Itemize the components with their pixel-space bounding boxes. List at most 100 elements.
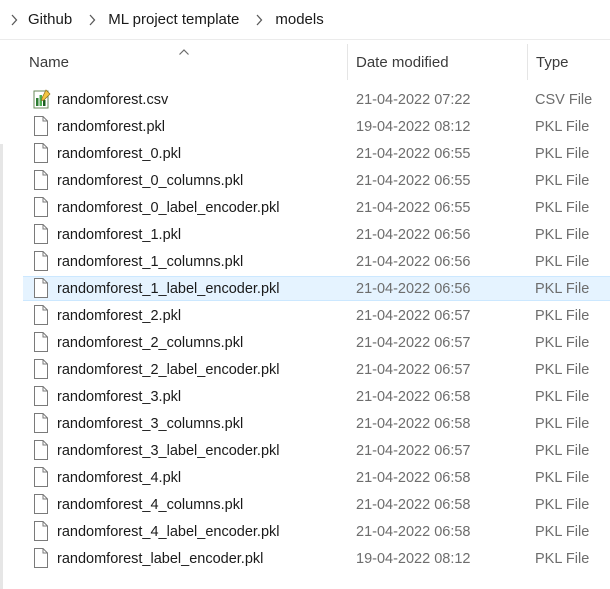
file-date-modified: 19-04-2022 08:12 — [356, 119, 471, 135]
column-header: Name Date modified Type — [0, 40, 610, 84]
file-name[interactable]: randomforest_3_columns.pkl — [57, 416, 243, 432]
file-row[interactable]: randomforest_3.pkl 21-04-2022 06:58 PKL Fi… — [0, 383, 610, 410]
file-name[interactable]: randomforest_0.pkl — [57, 146, 181, 162]
file-icon — [33, 170, 49, 190]
file-name[interactable]: randomforest.csv — [57, 92, 168, 108]
file-date-modified: 21-04-2022 07:22 — [356, 92, 471, 108]
file-type: PKL File — [535, 497, 590, 513]
file-type: PKL File — [535, 416, 590, 432]
file-row[interactable]: randomforest_2.pkl 21-04-2022 06:57 PKL Fi… — [0, 302, 610, 329]
file-icon — [33, 305, 49, 325]
file-row[interactable]: randomforest.csv 21-04-2022 07:22 CSV File — [0, 86, 610, 113]
file-icon — [33, 143, 49, 163]
file-row[interactable]: randomforest_4_label_encoder.pkl 21-04-20… — [0, 518, 610, 545]
file-row[interactable]: randomforest_1.pkl 21-04-2022 06:56 PKL Fi… — [0, 221, 610, 248]
file-type: PKL File — [535, 119, 590, 135]
file-date-modified: 21-04-2022 06:58 — [356, 524, 471, 540]
file-row[interactable]: randomforest_label_encoder.pkl 19-04-2022… — [0, 545, 610, 572]
file-icon — [33, 413, 49, 433]
file-row[interactable]: randomforest.pkl 19-04-2022 08:12 PKL File — [0, 113, 610, 140]
file-row[interactable]: randomforest_3_columns.pkl 21-04-2022 06:… — [0, 410, 610, 437]
file-row[interactable]: randomforest_1_label_encoder.pkl 21-04-20… — [0, 275, 610, 302]
file-type: PKL File — [535, 254, 590, 270]
column-divider[interactable] — [347, 44, 348, 80]
file-type: PKL File — [535, 443, 590, 459]
file-type: PKL File — [535, 362, 590, 378]
file-icon — [33, 386, 49, 406]
address-bar[interactable]: Github ML project template models — [0, 0, 610, 40]
file-row[interactable]: randomforest_4_columns.pkl 21-04-2022 06:… — [0, 491, 610, 518]
column-header-date-modified[interactable]: Date modified — [356, 54, 449, 71]
breadcrumb-models[interactable]: models — [273, 11, 327, 28]
file-type: PKL File — [535, 173, 590, 189]
file-name[interactable]: randomforest_3_label_encoder.pkl — [57, 443, 279, 459]
file-name[interactable]: randomforest_3.pkl — [57, 389, 181, 405]
file-name[interactable]: randomforest_1.pkl — [57, 227, 181, 243]
file-date-modified: 21-04-2022 06:56 — [356, 227, 471, 243]
file-name[interactable]: randomforest_2.pkl — [57, 308, 181, 324]
file-icon — [33, 494, 49, 514]
file-name[interactable]: randomforest_4_columns.pkl — [57, 497, 243, 513]
column-header-name[interactable]: Name — [29, 54, 69, 71]
file-date-modified: 21-04-2022 06:56 — [356, 281, 471, 297]
file-icon — [33, 251, 49, 271]
file-name[interactable]: randomforest_2_label_encoder.pkl — [57, 362, 279, 378]
file-list: randomforest.csv 21-04-2022 07:22 CSV File… — [0, 86, 610, 572]
file-row[interactable]: randomforest_2_columns.pkl 21-04-2022 06:… — [0, 329, 610, 356]
file-name[interactable]: randomforest_4.pkl — [57, 470, 181, 486]
file-date-modified: 21-04-2022 06:55 — [356, 146, 471, 162]
breadcrumb-github[interactable]: Github — [26, 11, 76, 28]
column-divider[interactable] — [527, 44, 528, 80]
file-type: PKL File — [535, 389, 590, 405]
file-icon — [33, 278, 49, 298]
file-name[interactable]: randomforest_1_label_encoder.pkl — [57, 281, 279, 297]
file-name[interactable]: randomforest_2_columns.pkl — [57, 335, 243, 351]
file-icon — [33, 521, 49, 541]
file-icon — [33, 332, 49, 352]
breadcrumb-ml-project-template[interactable]: ML project template — [106, 11, 243, 28]
file-icon — [33, 116, 49, 136]
file-icon — [33, 197, 49, 217]
chevron-right-icon[interactable] — [84, 10, 100, 30]
file-type: PKL File — [535, 281, 590, 297]
file-date-modified: 21-04-2022 06:58 — [356, 470, 471, 486]
file-icon — [33, 359, 49, 379]
file-date-modified: 21-04-2022 06:58 — [356, 389, 471, 405]
file-name[interactable]: randomforest_0_columns.pkl — [57, 173, 243, 189]
file-date-modified: 21-04-2022 06:55 — [356, 200, 471, 216]
file-name[interactable]: randomforest_1_columns.pkl — [57, 254, 243, 270]
file-icon — [33, 224, 49, 244]
csv-file-icon — [33, 89, 51, 109]
file-name[interactable]: randomforest_label_encoder.pkl — [57, 551, 263, 567]
sort-ascending-icon — [178, 43, 190, 55]
file-type: PKL File — [535, 200, 590, 216]
file-row[interactable]: randomforest_1_columns.pkl 21-04-2022 06:… — [0, 248, 610, 275]
file-date-modified: 21-04-2022 06:57 — [356, 335, 471, 351]
file-date-modified: 21-04-2022 06:58 — [356, 497, 471, 513]
file-name[interactable]: randomforest_4_label_encoder.pkl — [57, 524, 279, 540]
chevron-right-icon[interactable] — [6, 10, 22, 30]
file-type: PKL File — [535, 551, 590, 567]
chevron-right-icon[interactable] — [251, 10, 267, 30]
file-name[interactable]: randomforest.pkl — [57, 119, 165, 135]
file-type: PKL File — [535, 335, 590, 351]
file-type: PKL File — [535, 524, 590, 540]
file-icon — [33, 467, 49, 487]
column-header-type[interactable]: Type — [536, 54, 569, 71]
file-type: CSV File — [535, 92, 593, 108]
file-name[interactable]: randomforest_0_label_encoder.pkl — [57, 200, 279, 216]
file-date-modified: 21-04-2022 06:57 — [356, 443, 471, 459]
file-date-modified: 21-04-2022 06:58 — [356, 416, 471, 432]
file-date-modified: 21-04-2022 06:57 — [356, 362, 471, 378]
file-icon — [33, 548, 49, 568]
file-type: PKL File — [535, 227, 590, 243]
file-row[interactable]: randomforest_0_label_encoder.pkl 21-04-20… — [0, 194, 610, 221]
file-row[interactable]: randomforest_3_label_encoder.pkl 21-04-20… — [0, 437, 610, 464]
file-date-modified: 21-04-2022 06:55 — [356, 173, 471, 189]
file-row[interactable]: randomforest_0.pkl 21-04-2022 06:55 PKL Fi… — [0, 140, 610, 167]
file-row[interactable]: randomforest_4.pkl 21-04-2022 06:58 PKL Fi… — [0, 464, 610, 491]
file-date-modified: 21-04-2022 06:56 — [356, 254, 471, 270]
file-type: PKL File — [535, 146, 590, 162]
file-row[interactable]: randomforest_2_label_encoder.pkl 21-04-20… — [0, 356, 610, 383]
file-row[interactable]: randomforest_0_columns.pkl 21-04-2022 06:… — [0, 167, 610, 194]
